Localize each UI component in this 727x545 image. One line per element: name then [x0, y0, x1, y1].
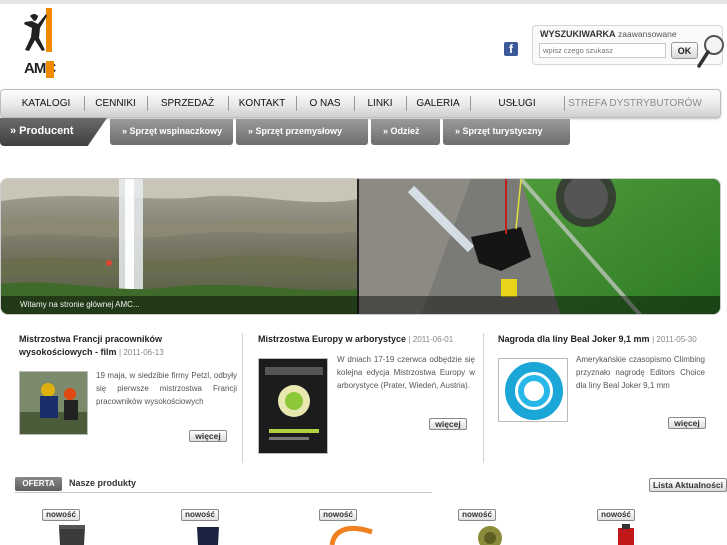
- news-item: Nagroda dla liny Beal Joker 9,1 mm | 201…: [498, 333, 716, 429]
- nav-item-galeria[interactable]: GALERIA: [409, 90, 467, 117]
- news-item: Mistrzostwa Europy w arborystyce | 2011-…: [258, 333, 476, 454]
- offer-tab[interactable]: OFERTA: [15, 477, 62, 491]
- news-more-button[interactable]: więcej: [429, 418, 467, 430]
- news-more-button[interactable]: więcej: [668, 417, 706, 429]
- product-thumbnail[interactable]: [328, 524, 376, 545]
- new-badge: nowość: [597, 509, 635, 521]
- news-body: 19 maja, w siedzibie firmy Petzl, odbyły…: [96, 371, 237, 406]
- nav-separator: [470, 96, 471, 111]
- nav-item-kontakt[interactable]: KONTAKT: [231, 90, 293, 117]
- nav-separator: [296, 96, 297, 111]
- search-advanced-link[interactable]: zaawansowane: [618, 29, 677, 39]
- top-bar: [0, 0, 727, 4]
- subnav-tab-sprzet-wspinaczkowy[interactable]: » Sprzęt wspinaczkowy: [110, 119, 233, 145]
- news-title[interactable]: Nagroda dla liny Beal Joker 9,1 mm | 201…: [498, 333, 716, 346]
- nav-separator: [147, 96, 148, 111]
- nav-item-katalogi[interactable]: KATALOGI: [11, 90, 81, 117]
- nav-item-cenniki[interactable]: CENNIKI: [87, 90, 144, 117]
- subnav-tab-sprzet-turystyczny[interactable]: » Sprzęt turystyczny: [443, 119, 570, 145]
- subnav-producent[interactable]: » Producent: [0, 118, 107, 146]
- subnav-tab-odziez[interactable]: » Odzież: [371, 119, 440, 145]
- nav-separator: [228, 96, 229, 111]
- offer-label: Nasze produkty: [69, 478, 137, 488]
- news-thumbnail[interactable]: [19, 371, 88, 435]
- news-item: Mistrzostwa Francji pracowników wysokośc…: [19, 333, 237, 442]
- news-divider: [483, 333, 484, 463]
- amc-logo[interactable]: AMC: [12, 6, 60, 80]
- magnifier-icon: [694, 33, 726, 71]
- search-title: WYSZUKIWARKA zaawansowane: [540, 29, 677, 39]
- subnav-tab-sprzet-przemyslowy[interactable]: » Sprzęt przemysłowy: [236, 119, 368, 145]
- new-badge: nowość: [181, 509, 219, 521]
- sub-nav: » Producent » Sprzęt wspinaczkowy » Sprz…: [0, 118, 727, 146]
- nav-item-linki[interactable]: LINKI: [357, 90, 403, 117]
- main-nav: KATALOGI CENNIKI SPRZEDAŻ KONTAKT O NAS …: [0, 89, 721, 118]
- nav-separator: [84, 96, 85, 111]
- news-date: | 2011-06-01: [408, 335, 454, 344]
- product-thumbnail[interactable]: [194, 524, 222, 545]
- news-thumbnail[interactable]: [258, 358, 328, 454]
- product-thumbnail[interactable]: [57, 524, 87, 545]
- facebook-icon[interactable]: f: [504, 42, 518, 56]
- search-input[interactable]: [539, 43, 666, 58]
- news-title[interactable]: Mistrzostwa Europy w arborystyce | 2011-…: [258, 333, 476, 346]
- hero-banner[interactable]: Witamy na stronie głównej AMC...: [0, 178, 721, 315]
- news-title-text[interactable]: Nagroda dla liny Beal Joker 9,1 mm: [498, 334, 650, 344]
- news-date: | 2011-05-30: [652, 335, 697, 344]
- news-more-button[interactable]: więcej: [189, 430, 227, 442]
- news-thumbnail[interactable]: [498, 358, 568, 422]
- news-title-text[interactable]: Mistrzostwa Europy w arborystyce: [258, 334, 406, 344]
- banner-caption: Witamy na stronie głównej AMC...: [1, 296, 720, 314]
- news-date: | 2011-06-13: [119, 348, 164, 357]
- product-thumbnail[interactable]: [476, 524, 504, 545]
- news-divider: [242, 333, 243, 463]
- new-badge: nowość: [458, 509, 496, 521]
- nav-separator: [406, 96, 407, 111]
- nav-separator: [354, 96, 355, 111]
- offer-divider: [15, 492, 432, 493]
- search-title-main: WYSZUKIWARKA: [540, 29, 616, 39]
- logo-c-block: [46, 61, 54, 78]
- new-badge: nowość: [42, 509, 80, 521]
- nav-item-uslugi[interactable]: USŁUGI: [473, 90, 561, 117]
- new-badge: nowość: [319, 509, 357, 521]
- lista-aktualnosci-button[interactable]: Lista Aktualności: [649, 478, 727, 492]
- news-body: W dniach 17-19 czerwca odbędzie się kole…: [337, 355, 475, 390]
- nav-item-o-nas[interactable]: O NAS: [299, 90, 351, 117]
- banner-image: [1, 179, 720, 314]
- news-body: Amerykańskie czasopismo Climbing przyzna…: [576, 355, 705, 390]
- news-title[interactable]: Mistrzostwa Francji pracowników wysokośc…: [19, 333, 237, 359]
- nav-item-sprzedaz[interactable]: SPRZEDAŻ: [150, 90, 225, 117]
- nav-item-strefa-dystrybutorow[interactable]: STREFA DYSTRYBUTORÓW: [567, 90, 703, 117]
- product-thumbnail[interactable]: [616, 524, 636, 545]
- nav-separator: [564, 96, 565, 111]
